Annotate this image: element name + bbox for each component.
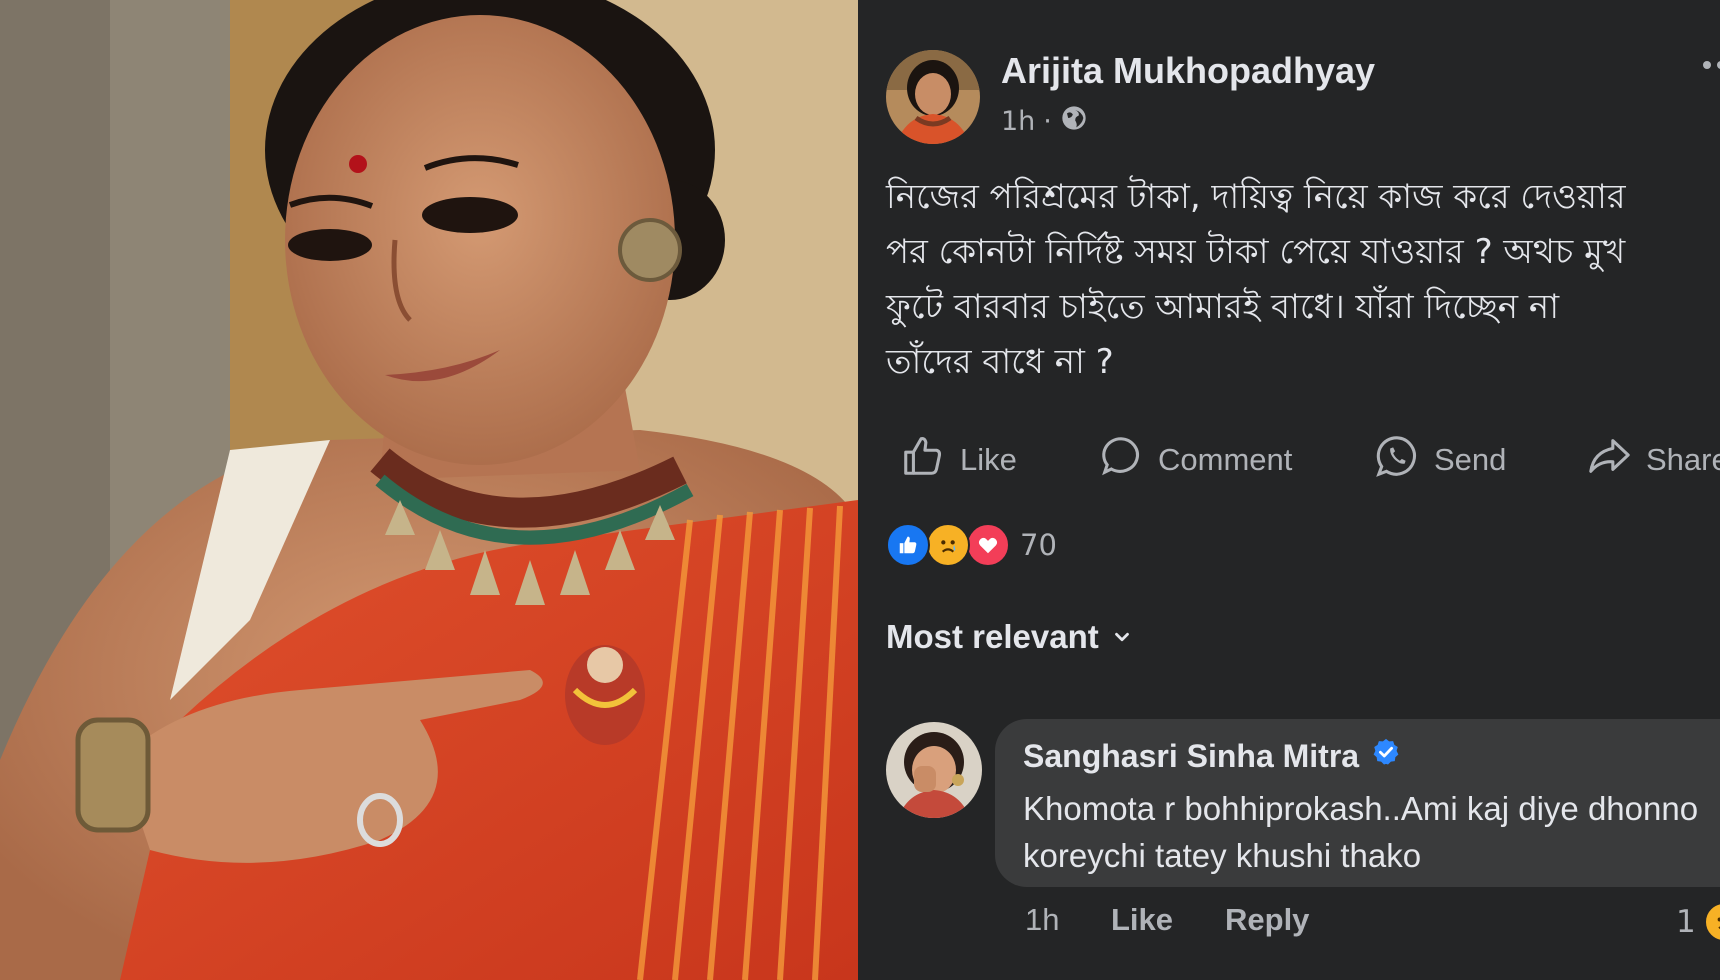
like-button[interactable]: Like: [900, 430, 1017, 490]
action-bar: Like Comment Send Shar: [858, 430, 1720, 490]
share-arrow-icon: [1586, 433, 1632, 487]
author-avatar-image: [886, 50, 980, 144]
share-label: Share: [1646, 442, 1720, 477]
globe-icon: [1060, 104, 1088, 139]
reaction-count: 70: [1020, 528, 1057, 562]
post-photo[interactable]: [0, 0, 858, 980]
comment-text: Khomota r bohhiprokash..Ami kaj diye dho…: [1023, 790, 1699, 874]
commenter-name[interactable]: Sanghasri Sinha Mitra: [1023, 738, 1359, 775]
post-panel: Arijita Mukhopadhyay 1h · নিজের পরিশ্রমে…: [858, 0, 1720, 980]
photo-illustration: [0, 0, 858, 980]
author-avatar[interactable]: [886, 50, 980, 144]
love-reaction-icon: [966, 523, 1010, 567]
comment-reply-button[interactable]: Reply: [1225, 902, 1309, 938]
chevron-down-icon: [1111, 618, 1133, 656]
like-label: Like: [960, 442, 1017, 477]
sad-reaction-icon: [926, 523, 970, 567]
like-reaction-icon: [886, 523, 930, 567]
commenter-avatar[interactable]: [886, 722, 982, 818]
whatsapp-icon: [1374, 433, 1420, 487]
author-name[interactable]: Arijita Mukhopadhyay: [1001, 50, 1375, 92]
more-options-icon[interactable]: [1701, 56, 1720, 69]
comment-time[interactable]: 1h: [1025, 902, 1059, 938]
comment-button[interactable]: Comment: [1098, 430, 1292, 490]
meta-separator: ·: [1043, 106, 1052, 137]
post-time[interactable]: 1h: [1001, 106, 1035, 137]
commenter-avatar-image: [886, 722, 982, 818]
sad-reaction-icon: [1703, 902, 1720, 942]
comment-like-button[interactable]: Like: [1111, 902, 1173, 938]
comment-label: Comment: [1158, 442, 1293, 477]
comment-reaction-count: 1: [1676, 904, 1696, 940]
send-button[interactable]: Send: [1374, 430, 1506, 490]
comment-reactions[interactable]: 1: [1676, 902, 1720, 942]
comment-bubble[interactable]: Sanghasri Sinha Mitra Khomota r bohhipro…: [995, 719, 1720, 887]
comments-sort-dropdown[interactable]: Most relevant: [886, 618, 1133, 656]
reactions-summary[interactable]: 70: [886, 523, 1057, 567]
send-label: Send: [1434, 442, 1507, 477]
verified-badge-icon: [1371, 737, 1401, 775]
commenter-name-row: Sanghasri Sinha Mitra: [1023, 737, 1401, 775]
thumbs-up-icon: [900, 433, 946, 487]
sort-label: Most relevant: [886, 618, 1099, 655]
post-meta: 1h ·: [1001, 104, 1088, 139]
comment-bubble-icon: [1098, 433, 1144, 487]
post-text: নিজের পরিশ্রমের টাকা, দায়িত্ব নিয়ে কাজ…: [886, 177, 1626, 382]
share-button[interactable]: Share: [1586, 430, 1720, 490]
